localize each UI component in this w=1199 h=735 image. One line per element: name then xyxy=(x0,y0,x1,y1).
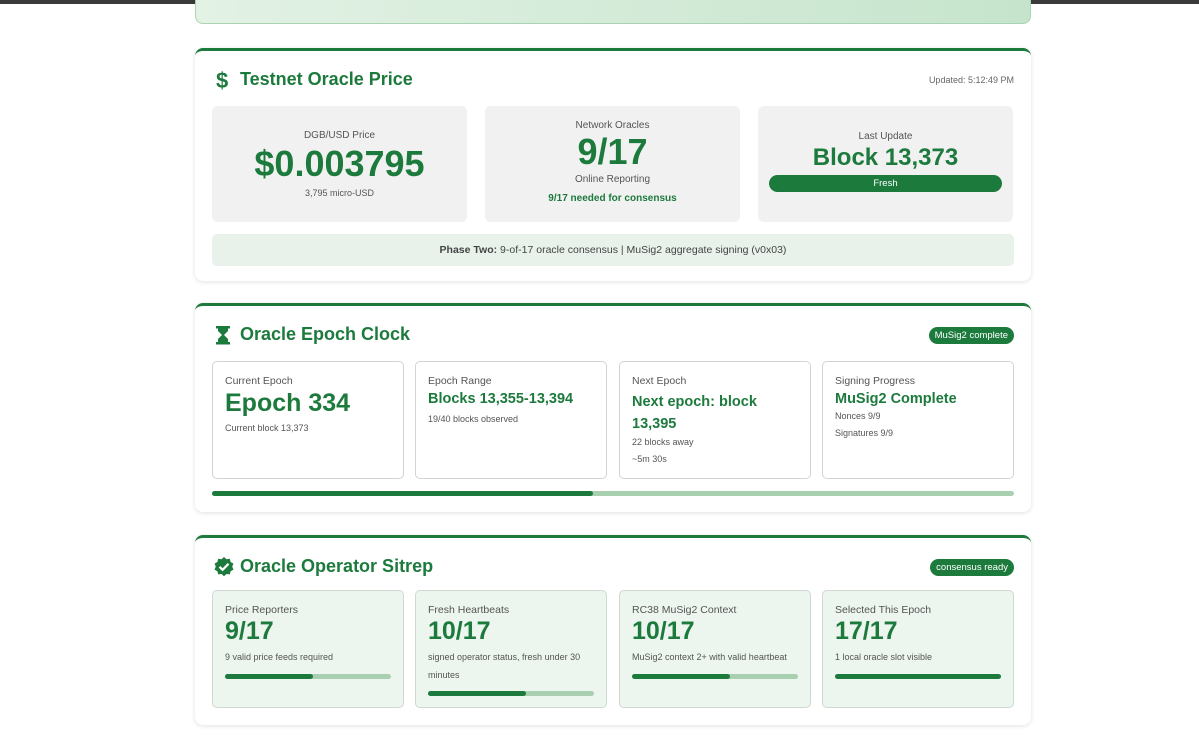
oracles-label: Network Oracles xyxy=(575,120,650,131)
current-block: Current block 13,373 xyxy=(225,423,309,433)
epoch-range-label: Epoch Range xyxy=(428,375,492,387)
sitrep-item-bar xyxy=(428,691,594,696)
sitrep-item-sub: signed operator status, fresh under 30 m… xyxy=(428,652,581,680)
oracles-value: 9/17 xyxy=(577,131,648,172)
next-epoch-label: Next Epoch xyxy=(632,375,687,387)
sitrep-item-label: Price Reporters xyxy=(225,604,298,616)
sitrep-card-header: Oracle Operator Sitrep consensus ready xyxy=(213,554,1014,582)
signing-progress-value: MuSig2 Complete xyxy=(835,391,957,407)
sitrep-item: Price Reporters 9/17 9 valid price feeds… xyxy=(212,590,404,708)
signing-progress-label: Signing Progress xyxy=(835,375,915,387)
sitrep-item-sub: 9 valid price feeds required xyxy=(225,652,334,662)
sitrep-item-label: Selected This Epoch xyxy=(835,604,932,616)
dollar-icon: $ xyxy=(213,68,233,93)
epoch-card-header: Oracle Epoch Clock MuSig2 complete xyxy=(213,322,1014,350)
price-card: $ Testnet Oracle Price Updated: 5:12:49 … xyxy=(195,48,1031,281)
sitrep-item-bar xyxy=(632,674,798,679)
signatures-count: Signatures 9/9 xyxy=(835,428,894,438)
last-update-label: Last Update xyxy=(858,131,913,142)
sitrep-item-value: 10/17 xyxy=(632,617,695,645)
sitrep-item-label: RC38 MuSig2 Context xyxy=(632,604,737,616)
consensus-ready-badge: consensus ready xyxy=(930,559,1014,576)
updated-time: Updated: 5:12:49 PM xyxy=(928,75,1014,85)
sitrep-item-bar xyxy=(835,674,1001,679)
sitrep-item-bar-fill xyxy=(225,674,313,679)
sitrep-item-bar-fill xyxy=(428,691,526,696)
price-label: DGB/USD Price xyxy=(303,130,376,141)
price-card-title: Testnet Oracle Price xyxy=(240,69,413,89)
sitrep-item-bar-fill xyxy=(835,674,1001,679)
fresh-status-badge: Fresh xyxy=(769,175,1002,192)
sitrep-item: Fresh Heartbeats 10/17 signed operator s… xyxy=(415,590,607,708)
blocks-observed: 19/40 blocks observed xyxy=(428,414,519,424)
current-epoch-box: Current Epoch Epoch 334 Current block 13… xyxy=(212,361,404,479)
blocks-away: 22 blocks away xyxy=(632,437,694,447)
price-card-header: $ Testnet Oracle Price Updated: 5:12:49 … xyxy=(213,67,1014,95)
next-epoch-box: Next Epoch Next epoch: block 13,395 22 b… xyxy=(619,361,811,479)
current-epoch-value: Epoch 334 xyxy=(225,389,351,417)
sitrep-item: Selected This Epoch 17/17 1 local oracle… xyxy=(822,590,1014,708)
top-banner xyxy=(195,0,1031,24)
epoch-card: Oracle Epoch Clock MuSig2 complete Curre… xyxy=(195,303,1031,512)
sitrep-item-sub: 1 local oracle slot visible xyxy=(835,652,933,662)
sitrep-card-title: Oracle Operator Sitrep xyxy=(240,556,434,576)
phase-bold: Phase Two: xyxy=(439,244,498,256)
epoch-progress-fill xyxy=(212,491,593,496)
epoch-range-value: Blocks 13,355-13,394 xyxy=(428,391,574,407)
signing-progress-box: Signing Progress MuSig2 Complete Nonces … xyxy=(822,361,1014,479)
sitrep-item: RC38 MuSig2 Context 10/17 MuSig2 context… xyxy=(619,590,811,708)
oracles-sub: Online Reporting xyxy=(574,174,651,185)
musig2-complete-badge: MuSig2 complete xyxy=(928,327,1014,344)
sitrep-item-label: Fresh Heartbeats xyxy=(428,604,510,616)
epoch-card-title: Oracle Epoch Clock xyxy=(240,324,411,344)
sitrep-item-value: 9/17 xyxy=(225,617,274,645)
sitrep-item-sub: MuSig2 context 2+ with valid heartbeat xyxy=(632,652,787,662)
consensus-note: 9/17 needed for consensus xyxy=(548,193,677,204)
next-epoch-value: Next epoch: block 13,395 xyxy=(632,394,757,432)
sitrep-item-bar xyxy=(225,674,391,679)
epoch-range-box: Epoch Range Blocks 13,355-13,394 19/40 b… xyxy=(415,361,607,479)
sitrep-item-bar-fill xyxy=(632,674,730,679)
svg-text:$: $ xyxy=(216,68,228,92)
sitrep-item-value: 10/17 xyxy=(428,617,491,645)
nonces-count: Nonces 9/9 xyxy=(835,411,881,421)
time-away: ~5m 30s xyxy=(632,454,667,464)
verified-check-icon xyxy=(213,555,234,579)
epoch-progress-bar xyxy=(212,491,1014,496)
phase-note: Phase Two: 9-of-17 oracle consensus | Mu… xyxy=(212,234,1014,266)
last-update-value: Block 13,373 xyxy=(812,144,959,171)
price-value: $0.003795 xyxy=(254,143,425,184)
sitrep-item-value: 17/17 xyxy=(835,617,898,645)
price-stat: DGB/USD Price $0.003795 3,795 micro-USD xyxy=(212,106,467,222)
phase-text: 9-of-17 oracle consensus | MuSig2 aggreg… xyxy=(497,244,787,256)
oracles-stat: Network Oracles 9/17 Online Reporting 9/… xyxy=(485,106,740,222)
hourglass-icon xyxy=(213,323,233,347)
last-update-stat: Last Update Block 13,373 Fresh xyxy=(758,106,1013,222)
sitrep-card: Oracle Operator Sitrep consensus ready P… xyxy=(195,535,1031,725)
current-epoch-label: Current Epoch xyxy=(225,375,293,387)
price-micro: 3,795 micro-USD xyxy=(304,188,375,198)
